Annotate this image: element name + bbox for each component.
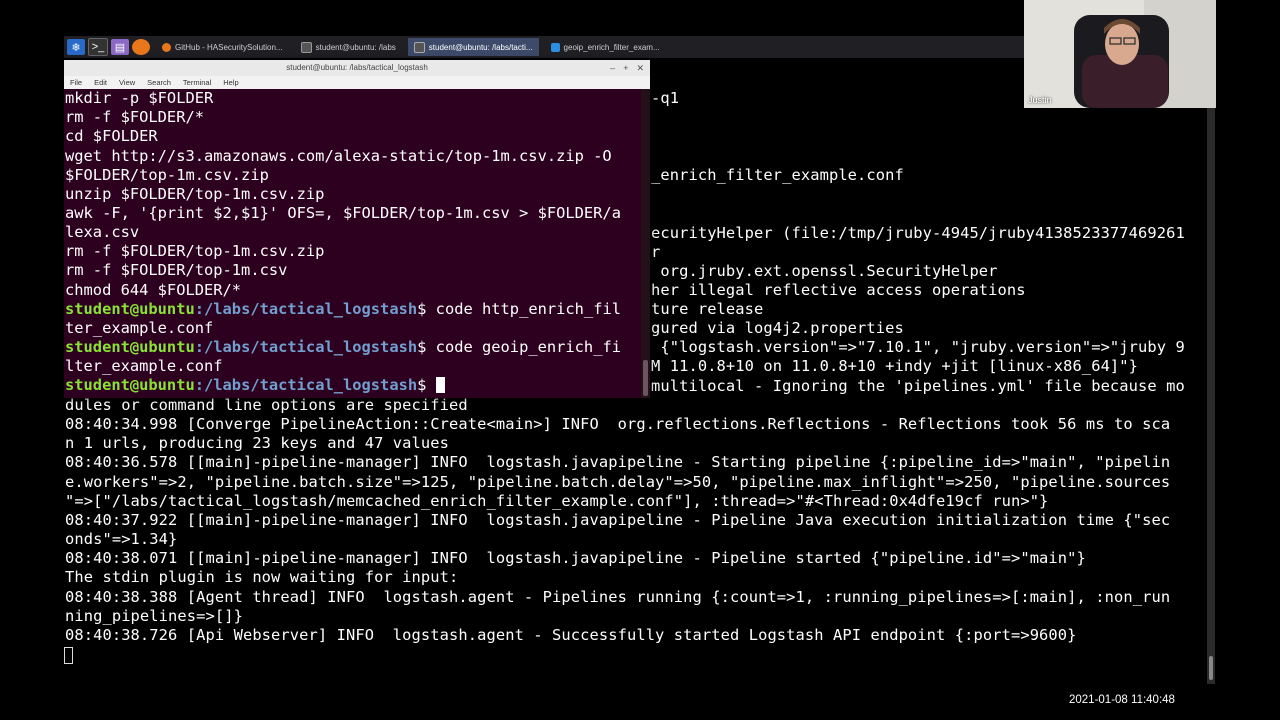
terminal-line: chmod 644 $FOLDER/*	[65, 281, 242, 299]
terminal-line: mkdir -p $FOLDER	[65, 89, 214, 107]
menu-view[interactable]: View	[119, 76, 135, 89]
bg-partial-line: org.jruby.ext.openssl.SecurityHelper	[651, 262, 998, 280]
taskbar-task-github[interactable]: GitHub - HASecuritySolution...	[156, 38, 289, 56]
command-text: code http_enrich_fil	[435, 300, 621, 318]
log-line: 08:40:38.388 [Agent thread] INFO logstas…	[65, 588, 1171, 606]
log-line: 08:40:38.071 [[main]-pipeline-manager] I…	[65, 549, 1086, 567]
background-terminal-scrollbar[interactable]	[1207, 108, 1215, 684]
bg-partial-line: {"logstash.version"=>"7.10.1", "jruby.ve…	[651, 338, 1185, 356]
terminal-line: lexa.csv	[65, 223, 140, 241]
bg-partial-line: gured via log4j2.properties	[651, 319, 904, 337]
terminal-line: lter_example.conf	[65, 357, 223, 375]
log-line: onds"=>1.34}	[65, 530, 178, 548]
terminal-line: wget http://s3.amazonaws.com/alexa-stati…	[65, 147, 612, 165]
log-line: "=>["/labs/tactical_logstash/memcached_e…	[65, 492, 1049, 510]
log-line: 08:40:37.922 [[main]-pipeline-manager] I…	[65, 511, 1171, 529]
bg-partial-line: _enrich_filter_example.conf	[651, 166, 904, 184]
terminal-icon	[300, 41, 312, 53]
prompt-path: :/labs/tactical_logstash	[194, 376, 418, 394]
bg-terminal-cursor	[64, 647, 73, 664]
menu-bar: File Edit View Search Terminal Help	[64, 76, 650, 89]
log-line: n 1 urls, producing 23 keys and 47 value…	[65, 434, 450, 452]
terminal-line: ter_example.conf	[65, 319, 214, 337]
taskbar-task-label: student@ubuntu: /labs/tacti...	[428, 42, 533, 52]
maximize-button[interactable]: +	[623, 63, 628, 73]
start-menu-icon[interactable]: ❄	[67, 39, 85, 55]
presenter-video	[1024, 0, 1216, 108]
menu-file[interactable]: File	[70, 76, 82, 89]
taskbar-task-label: student@ubuntu: /labs	[315, 42, 396, 52]
bg-partial-line: ecurityHelper (file:/tmp/jruby-4945/jrub…	[651, 224, 1185, 242]
firefox-icon[interactable]	[132, 39, 150, 55]
prompt-sign: $	[417, 338, 436, 356]
text-cursor	[435, 377, 445, 393]
terminal-output[interactable]: mkdir -p $FOLDER rm -f $FOLDER/* cd $FOL…	[64, 89, 641, 398]
taskbar-task-terminal-labs[interactable]: student@ubuntu: /labs	[295, 38, 402, 56]
bg-partial-line: ture release	[651, 300, 764, 318]
presenter-name: Justin	[1028, 95, 1052, 105]
bg-partial-line: M 11.0.8+10 on 11.0.8+10 +indy +jit [lin…	[651, 357, 1139, 375]
prompt-line: student@ubuntu:/labs/tactical_logstash$ …	[65, 300, 621, 319]
log-line: e.workers"=>2, "pipeline.batch.size"=>12…	[65, 473, 1171, 491]
taskbar-task-terminal-tactical[interactable]: student@ubuntu: /labs/tacti...	[407, 38, 539, 56]
log-line: ning_pipelines=>[]}	[65, 607, 243, 625]
bg-partial-line: her illegal reflective access operations	[651, 281, 1026, 299]
taskbar-task-vscode[interactable]: geoip_enrich_filter_exam...	[545, 38, 666, 56]
terminal-scrollbar[interactable]	[641, 89, 650, 398]
bg-partial-line: r	[651, 243, 661, 261]
terminal-scroll-thumb[interactable]	[643, 360, 648, 396]
app-launcher-icon[interactable]: ▤	[111, 39, 129, 55]
menu-edit[interactable]: Edit	[94, 76, 107, 89]
taskbar-task-label: geoip_enrich_filter_exam...	[563, 42, 660, 52]
terminal-line: awk -F, '{print $2,$1}' OFS=, $FOLDER/to…	[65, 204, 621, 222]
window-controls: – + ✕	[610, 60, 644, 76]
log-line: 08:40:34.998 [Converge PipelineAction::C…	[65, 415, 1171, 433]
bg-partial-line: multilocal - Ignoring the 'pipelines.yml…	[651, 377, 1185, 395]
prompt-user: student@ubuntu	[65, 300, 195, 318]
vscode-icon	[550, 42, 560, 52]
terminal-line: rm -f $FOLDER/top-1m.csv	[65, 261, 288, 279]
menu-search[interactable]: Search	[147, 76, 171, 89]
close-button[interactable]: ✕	[636, 63, 644, 74]
terminal-icon	[413, 41, 425, 53]
terminal-line: rm -f $FOLDER/*	[65, 108, 204, 126]
background-terminal-scroll-thumb[interactable]	[1209, 656, 1213, 680]
webcam-overlay: Justin	[1024, 0, 1216, 108]
prompt-sign: $	[417, 376, 436, 394]
taskbar-task-label: GitHub - HASecuritySolution...	[175, 42, 283, 52]
menu-terminal[interactable]: Terminal	[183, 76, 211, 89]
log-line: 08:40:38.726 [Api Webserver] INFO logsta…	[65, 626, 1077, 644]
terminal-line: $FOLDER/top-1m.csv.zip	[65, 166, 269, 184]
terminal-line: unzip $FOLDER/top-1m.csv.zip	[65, 185, 325, 203]
bg-partial-line: -q1	[651, 89, 680, 107]
terminal-line: rm -f $FOLDER/top-1m.csv.zip	[65, 242, 325, 260]
terminal-launcher-icon[interactable]: >_	[88, 38, 108, 56]
prompt-user: student@ubuntu	[65, 338, 195, 356]
minimize-button[interactable]: –	[610, 63, 615, 73]
window-title[interactable]: student@ubuntu: /labs/tactical_logstash	[64, 60, 650, 76]
prompt-sign: $	[417, 300, 436, 318]
timestamp-overlay: 2021-01-08 11:40:48	[1069, 694, 1175, 706]
active-prompt-line[interactable]: student@ubuntu:/labs/tactical_logstash$	[65, 376, 445, 395]
command-text: code geoip_enrich_fi	[435, 338, 621, 356]
prompt-path: :/labs/tactical_logstash	[194, 338, 418, 356]
firefox-icon	[162, 42, 171, 52]
foreground-terminal-window[interactable]: student@ubuntu: /labs/tactical_logstash …	[64, 60, 650, 398]
terminal-line: cd $FOLDER	[65, 127, 158, 145]
log-line: The stdin plugin is now waiting for inpu…	[65, 568, 459, 586]
menu-help[interactable]: Help	[223, 76, 238, 89]
prompt-path: :/labs/tactical_logstash	[194, 300, 418, 318]
prompt-line: student@ubuntu:/labs/tactical_logstash$ …	[65, 338, 621, 357]
log-line: 08:40:36.578 [[main]-pipeline-manager] I…	[65, 453, 1171, 471]
prompt-user: student@ubuntu	[65, 376, 195, 394]
log-line: dules or command line options are specif…	[65, 396, 468, 414]
